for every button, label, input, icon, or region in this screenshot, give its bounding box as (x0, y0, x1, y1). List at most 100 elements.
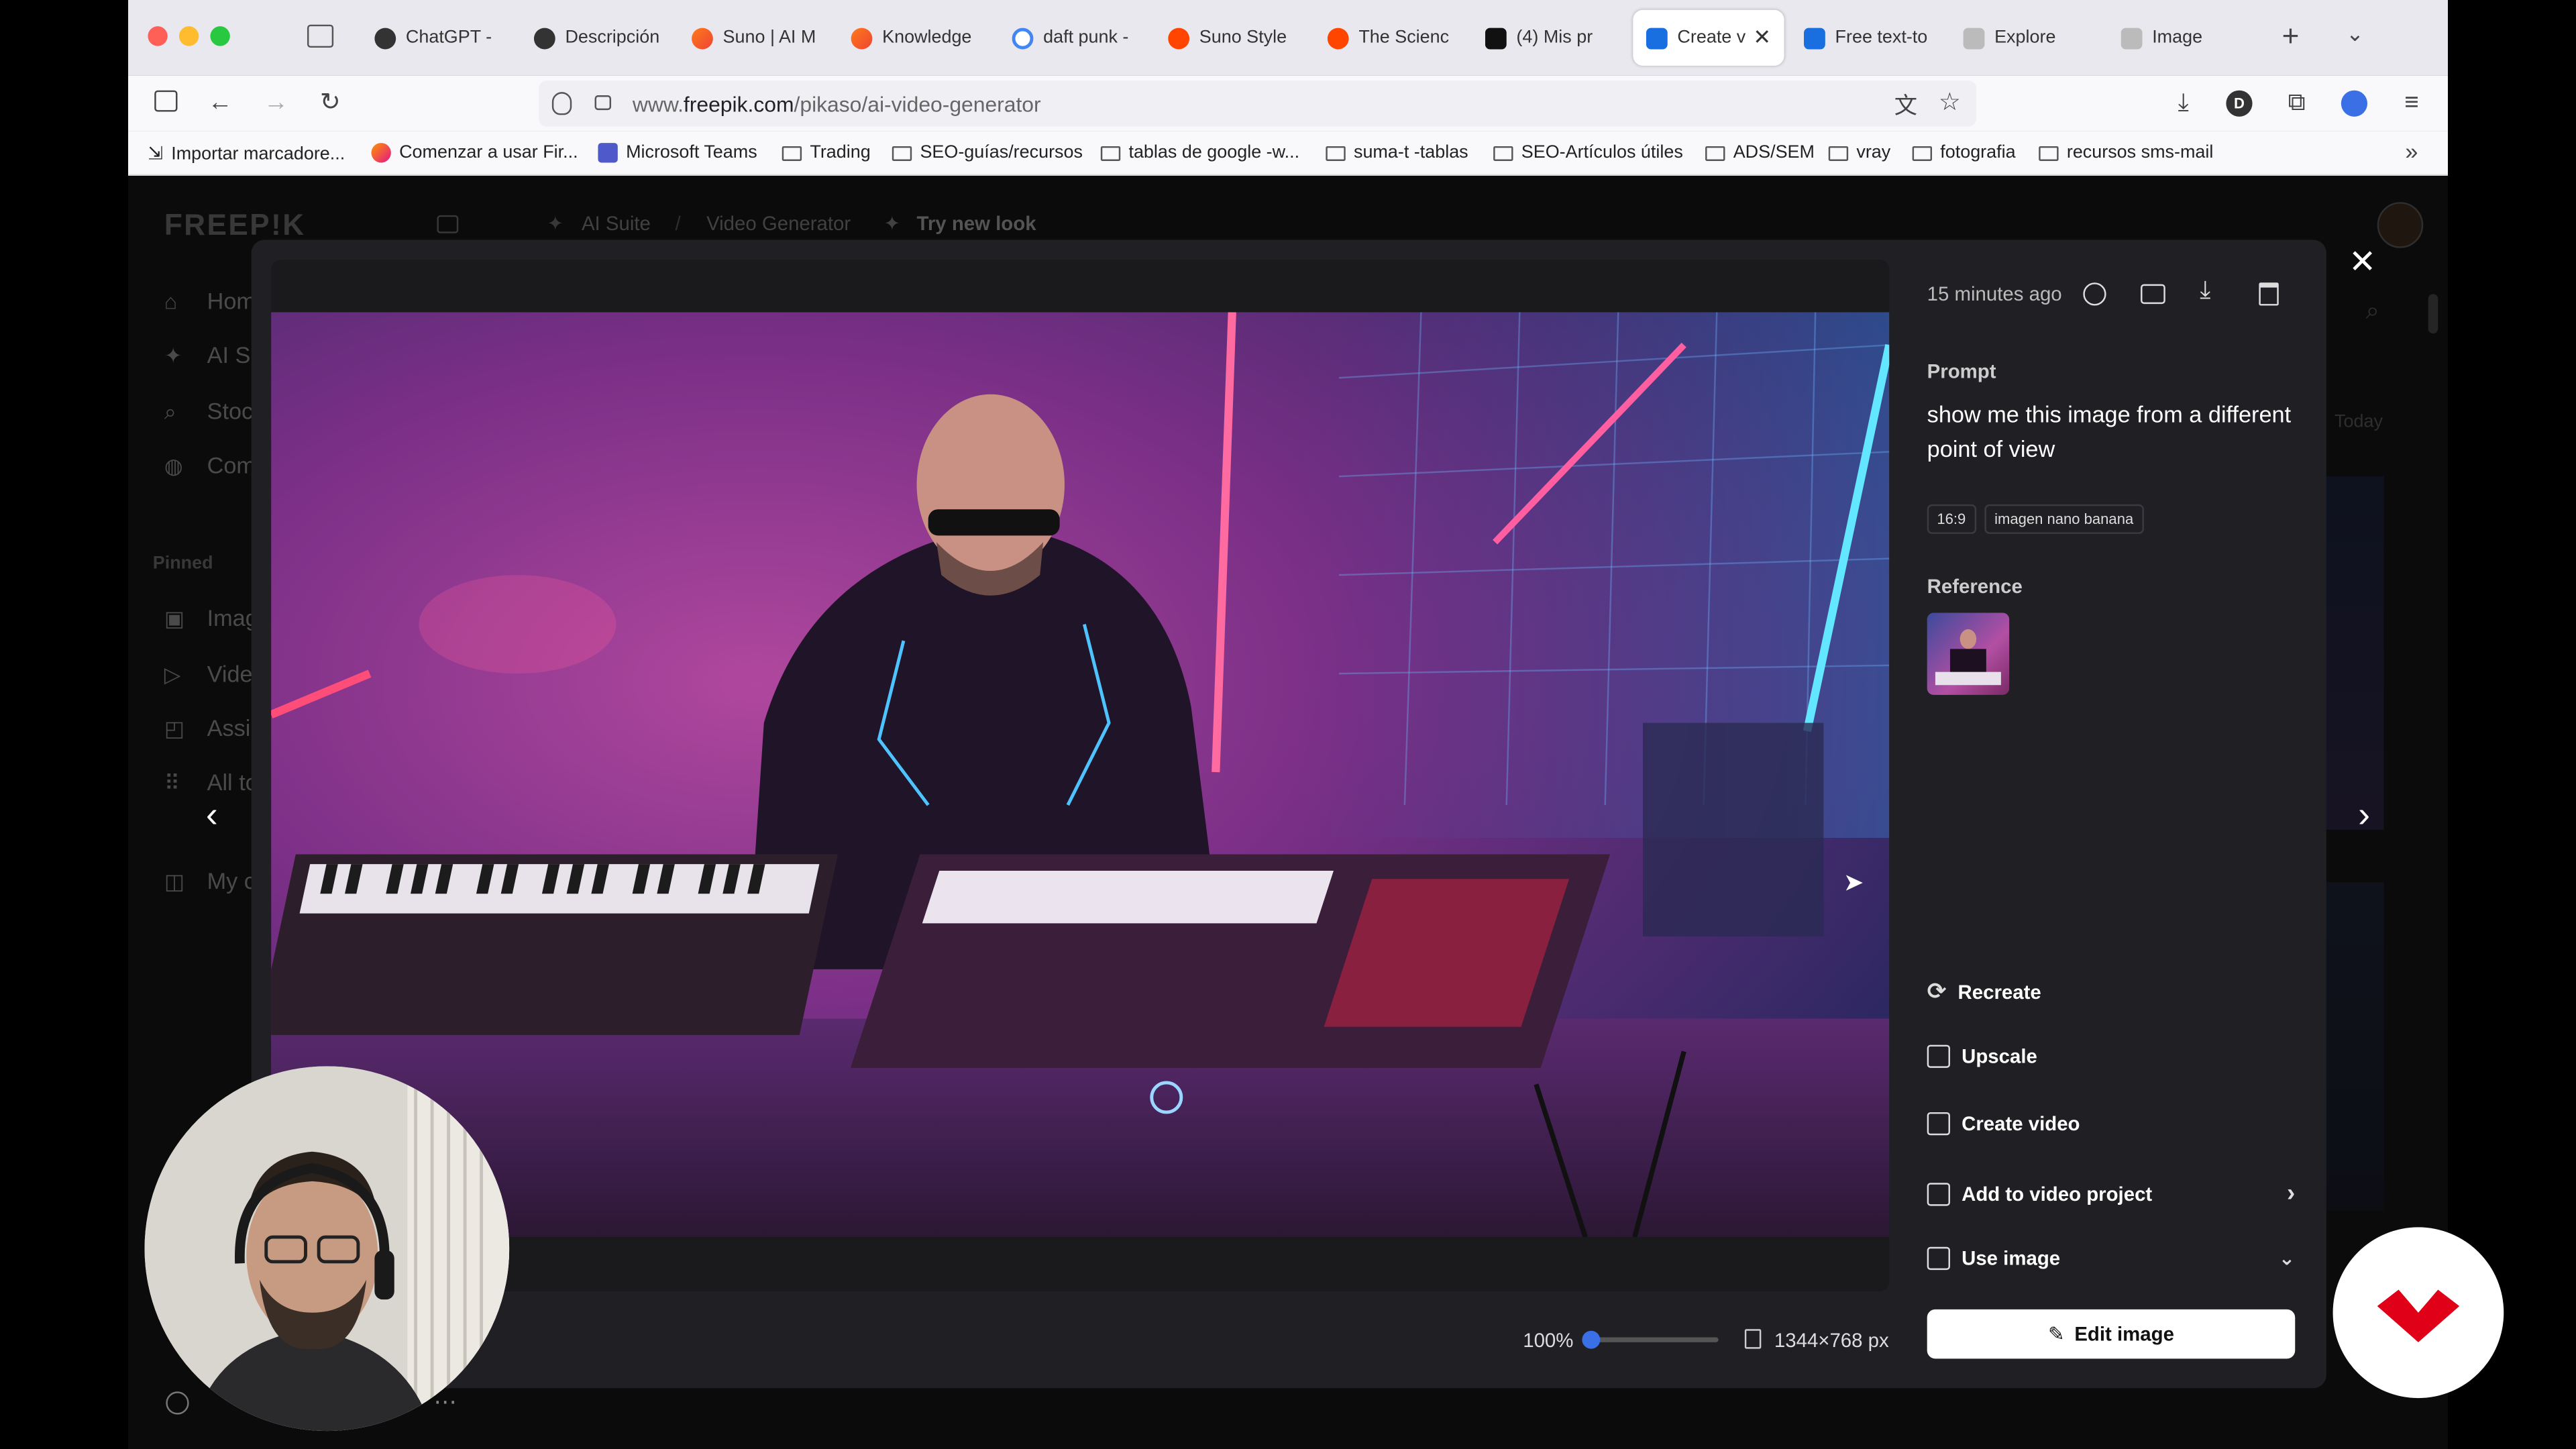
tab-overview-icon[interactable] (307, 24, 334, 48)
profile-d-icon[interactable]: D (2226, 90, 2253, 117)
bookmark-label: vray (1856, 143, 1891, 163)
use-image-icon (1927, 1246, 1950, 1271)
bookmark-label: SEO-Artículos útiles (1521, 143, 1683, 163)
help-icon[interactable] (166, 1391, 189, 1415)
create-video-button[interactable]: Create video (1927, 1112, 2080, 1136)
create-video-icon (1927, 1112, 1950, 1136)
back-icon[interactable]: ← (205, 89, 235, 118)
close-window-button[interactable] (148, 26, 168, 46)
menu-icon[interactable]: ≡ (2397, 89, 2426, 118)
extensions-icon[interactable]: ⧉ (2282, 89, 2312, 118)
translate-icon[interactable]: 文 (1894, 89, 1917, 121)
downloads-icon[interactable]: ⤓ (2169, 89, 2198, 118)
bookmark-suma-t[interactable]: suma-t -tablas (1326, 143, 1468, 162)
explore-icon (2121, 27, 2143, 49)
tab-list-chevron-icon[interactable]: ⌄ (2346, 21, 2364, 48)
video-project-icon (1927, 1182, 1950, 1205)
tab-create-video-active[interactable]: Create v ✕ (1633, 9, 1784, 66)
close-modal-icon[interactable]: ✕ (2346, 246, 2379, 279)
reddit-icon (1327, 27, 1349, 49)
folder-icon (1705, 145, 1725, 160)
generated-image[interactable] (271, 312, 1890, 1238)
tab-suno-style[interactable]: Suno Style (1168, 16, 1299, 59)
more-bookmarks-icon[interactable]: » (2405, 138, 2418, 164)
tab-chatgpt[interactable]: ChatGPT - (374, 16, 514, 59)
url-domain: freepik.com (683, 92, 794, 117)
zoom-slider[interactable] (1582, 1330, 1719, 1349)
use-image-button[interactable]: Use image ⌄ (1927, 1246, 2295, 1271)
folder-icon (2039, 145, 2059, 160)
bookmark-tablas-google[interactable]: tablas de google -w... (1100, 143, 1299, 162)
tab-the-science[interactable]: The Scienc (1327, 16, 1459, 59)
next-image-icon[interactable]: › (2343, 794, 2385, 837)
tab-descripcion[interactable]: Descripción (533, 16, 665, 59)
bookmark-label: Trading (810, 143, 871, 163)
add-to-video-project-button[interactable]: Add to video project › (1927, 1179, 2295, 1208)
shield-icon[interactable] (551, 92, 572, 115)
recreate-button[interactable]: ⟳ Recreate (1927, 977, 2041, 1006)
tab-explore[interactable]: Explore (1963, 16, 2095, 59)
edit-image-label: Edit image (2074, 1322, 2174, 1346)
model-tag: imagen nano banana (1984, 504, 2143, 534)
bookmark-trading[interactable]: Trading (782, 143, 871, 162)
bookmark-label: Microsoft Teams (626, 143, 757, 163)
tab-label: Explore (1994, 28, 2056, 48)
tab-image[interactable]: Image (2121, 16, 2253, 59)
tab-daft-punk[interactable]: daft punk - (1012, 16, 1144, 59)
url-path: /pikaso/ai-video-generator (794, 92, 1041, 117)
zoom-slider-thumb[interactable] (1582, 1330, 1601, 1349)
bookmark-importar[interactable]: ⇲ Importar marcadore... (148, 143, 345, 164)
tab-label: (4) Mis pr (1516, 28, 1593, 48)
maximize-window-button[interactable] (210, 26, 230, 46)
download-icon[interactable]: ⤓ (2200, 276, 2210, 304)
tab-label: Suno Style (1199, 28, 1287, 48)
tab-knowledge[interactable]: Knowledge (851, 16, 983, 59)
url-text[interactable]: www.freepik.com/pikaso/ai-video-generato… (633, 92, 1041, 117)
suno-icon (692, 27, 713, 49)
prompt-text: show me this image from a different poin… (1927, 400, 2292, 462)
bookmark-label: ADS/SEM (1733, 143, 1815, 163)
bookmark-seo-guias[interactable]: SEO-guías/recursos (892, 143, 1083, 162)
bookmark-firefox[interactable]: Comenzar a usar Fir... (371, 143, 578, 163)
delete-icon[interactable] (2259, 282, 2279, 306)
new-tab-icon[interactable]: + (2282, 19, 2300, 54)
freepik-icon (1804, 27, 1825, 49)
lock-icon[interactable] (594, 95, 612, 111)
bookmark-fotografia[interactable]: fotografia (1912, 143, 2016, 162)
tab-free-text[interactable]: Free text-to (1804, 16, 1943, 59)
bookmark-recursos[interactable]: recursos sms-mail (2039, 143, 2213, 162)
folder-icon (1912, 145, 1933, 160)
brand-logo-badge (2332, 1227, 2504, 1399)
previous-image-icon[interactable]: ‹ (191, 794, 233, 837)
bookmark-vray[interactable]: vray (1828, 143, 1891, 163)
bookmark-teams[interactable]: Microsoft Teams (598, 143, 757, 163)
use-image-label: Use image (1962, 1246, 2061, 1271)
import-icon: ⇲ (148, 144, 163, 164)
file-icon (1744, 1329, 1762, 1349)
reload-icon[interactable]: ↻ (315, 89, 345, 118)
globe-icon[interactable] (2083, 282, 2106, 306)
account-icon[interactable] (2341, 90, 2368, 117)
bookmark-seo-articulos[interactable]: SEO-Artículos útiles (1493, 143, 1683, 162)
add-to-folder-icon[interactable] (2141, 284, 2165, 305)
tab-mis-pr[interactable]: (4) Mis pr (1485, 16, 1617, 59)
tab-suno[interactable]: Suno | AI M (692, 16, 823, 59)
upscale-icon (1927, 1044, 1950, 1068)
bookmark-ads-sem[interactable]: ADS/SEM (1705, 143, 1815, 162)
teams-icon (598, 143, 618, 163)
upscale-label: Upscale (1962, 1044, 2037, 1068)
forward-icon[interactable]: → (261, 89, 290, 118)
upscale-button[interactable]: Upscale (1927, 1044, 2037, 1068)
url-bar[interactable]: www.freepik.com/pikaso/ai-video-generato… (539, 80, 1977, 127)
bookmark-star-icon[interactable]: ☆ (1939, 87, 1961, 117)
close-tab-icon[interactable]: ✕ (1753, 25, 1771, 51)
minimize-window-button[interactable] (178, 26, 199, 46)
sidebar-toggle-icon[interactable] (154, 90, 178, 112)
folder-icon (1828, 145, 1849, 160)
reference-thumbnail[interactable] (1927, 612, 2010, 695)
reference-figure-head (1960, 629, 1977, 649)
tab-label: The Scienc (1358, 28, 1450, 48)
webcam-overlay (144, 1066, 510, 1432)
edit-image-button[interactable]: ✎ Edit image (1927, 1309, 2296, 1359)
bookmarks-bar: ⇲ Importar marcadore... Comenzar a usar F… (128, 131, 2449, 176)
